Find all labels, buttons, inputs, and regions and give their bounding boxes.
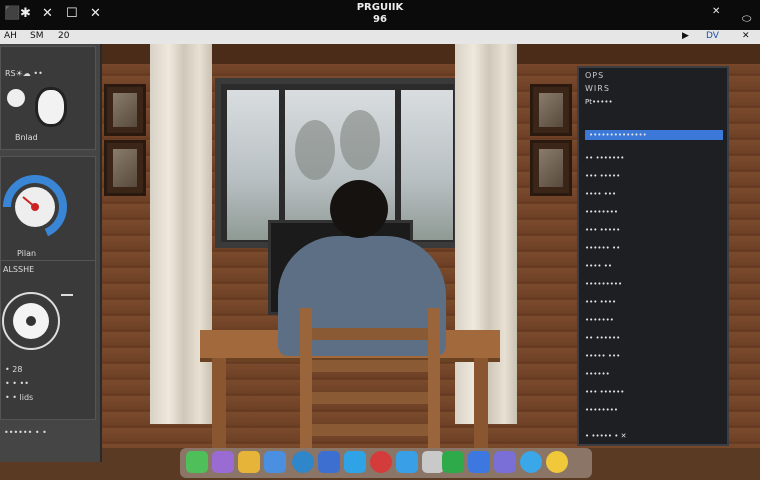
terminal-app-icon[interactable] <box>442 451 464 473</box>
panel-header-text: Pt••••• <box>585 98 613 106</box>
desk-leg <box>212 358 226 448</box>
settings-app-icon[interactable] <box>344 451 366 473</box>
panel-card-top: RS☀☁ •• Bnlad <box>0 46 96 150</box>
photos-app-icon[interactable] <box>212 451 234 473</box>
panel-footer: •••••• • • <box>4 428 47 437</box>
list-item[interactable]: •••••• <box>585 370 610 378</box>
list-item[interactable]: •• ••••••• <box>585 154 624 162</box>
wall-picture-frame <box>104 84 146 136</box>
calendar-app-icon[interactable] <box>264 451 286 473</box>
wall-picture-frame <box>530 140 572 196</box>
top-menubar: ⬛ ✱ ✕ ☐ ✕ PRGUIIK 96 ✕ ⬭ <box>0 0 760 30</box>
list-item[interactable]: ••••••• <box>585 316 614 324</box>
wallpaper-tree <box>340 110 380 170</box>
cloud-app-icon[interactable] <box>422 451 444 473</box>
wallpaper-chair <box>300 308 440 456</box>
secondary-toolbar: AH SM 20 ▶ DV ✕ <box>0 30 760 44</box>
panel-card-gauge: Pilan <box>0 156 96 266</box>
list-item[interactable]: •••••• •• <box>585 244 620 252</box>
indicator-dot <box>7 89 25 107</box>
panel-footer: • ••••• • ✕ <box>585 432 627 440</box>
selected-row-label: •••••••••••••• <box>589 131 647 139</box>
record-app-icon[interactable] <box>370 451 392 473</box>
left-control-panel: RS☀☁ •• Bnlad Pilan ALSSHE • 28 • • •• •… <box>0 44 102 462</box>
readout: • • lids <box>5 393 34 402</box>
toolbar-item[interactable]: ▶ <box>682 31 689 41</box>
safari-app-icon[interactable] <box>546 451 568 473</box>
gauge-dial-icon[interactable] <box>1 163 97 243</box>
store-app-icon[interactable] <box>468 451 490 473</box>
toolbar-item[interactable]: SM <box>30 31 43 41</box>
panel-card-dial: ALSSHE • 28 • • •• • • lids <box>0 260 96 420</box>
desk-leg <box>474 358 488 448</box>
toolbar-item[interactable]: 20 <box>58 31 69 41</box>
list-item[interactable]: •• •••••• <box>585 334 620 342</box>
rotary-dial-icon[interactable] <box>1 281 97 371</box>
list-item[interactable]: ••••••••• <box>585 280 622 288</box>
selected-row[interactable]: •••••••••••••• <box>585 130 723 140</box>
section-label: Bnlad <box>15 133 38 142</box>
panel-header: RS☀☁ •• <box>5 69 43 78</box>
menubar-item[interactable]: ☐ <box>66 6 78 21</box>
app-dock <box>180 448 592 478</box>
weather-app-icon[interactable] <box>292 451 314 473</box>
list-item[interactable]: ••• •••• <box>585 298 616 306</box>
browser-app-icon[interactable] <box>520 451 542 473</box>
list-item[interactable]: ••• ••••• <box>585 226 620 234</box>
list-item[interactable]: •••••••• <box>585 406 618 414</box>
panel-header: ALSSHE <box>3 265 35 274</box>
maps-app-icon[interactable] <box>396 451 418 473</box>
menubar-item[interactable]: ⬛ <box>4 6 20 21</box>
messages-app-icon[interactable] <box>186 451 208 473</box>
window-pane <box>227 90 279 240</box>
menubar-item[interactable]: ✱ <box>20 6 31 21</box>
window-title-line1: PRGUIIK <box>356 2 404 13</box>
window-title: PRGUIIK 96 <box>340 2 420 26</box>
readout: • • •• <box>5 379 29 388</box>
wallpaper-person-head <box>330 180 388 238</box>
list-item[interactable]: •••••••• <box>585 208 618 216</box>
files-app-icon[interactable] <box>318 451 340 473</box>
list-item[interactable]: ••••• ••• <box>585 352 620 360</box>
list-item[interactable]: ••• •••••• <box>585 388 624 396</box>
wallpaper-curtain-left <box>150 44 212 424</box>
wall-picture-frame <box>104 140 146 196</box>
menubar-item[interactable]: ✕ <box>90 6 101 21</box>
media-app-icon[interactable] <box>494 451 516 473</box>
section-label: Pilan <box>17 249 37 258</box>
close-icon[interactable]: ✕ <box>742 31 750 41</box>
menubar-item[interactable]: ✕ <box>42 6 53 21</box>
panel-title: OPS <box>585 71 605 80</box>
list-item[interactable]: ••• ••••• <box>585 172 620 180</box>
right-info-panel: OPS WIRS Pt••••• •••••••••••••• •• •••••… <box>577 66 729 446</box>
wallpaper-tree <box>295 120 335 180</box>
notes-app-icon[interactable] <box>238 451 260 473</box>
wallpaper-ceiling <box>0 44 760 64</box>
window-pane <box>401 90 453 240</box>
readout: • 28 <box>5 365 23 374</box>
large-toggle-knob[interactable] <box>35 87 67 127</box>
toolbar-item[interactable]: AH <box>4 31 17 41</box>
close-icon[interactable]: ✕ <box>712 6 720 17</box>
toolbar-item[interactable]: DV <box>706 31 719 41</box>
window-title-line2: 96 <box>373 14 387 25</box>
wall-picture-frame <box>530 84 572 136</box>
list-item[interactable]: •••• ••• <box>585 190 616 198</box>
list-item[interactable]: •••• •• <box>585 262 612 270</box>
menubar-right-icon[interactable]: ⬭ <box>742 12 751 26</box>
panel-subtitle: WIRS <box>585 84 610 93</box>
